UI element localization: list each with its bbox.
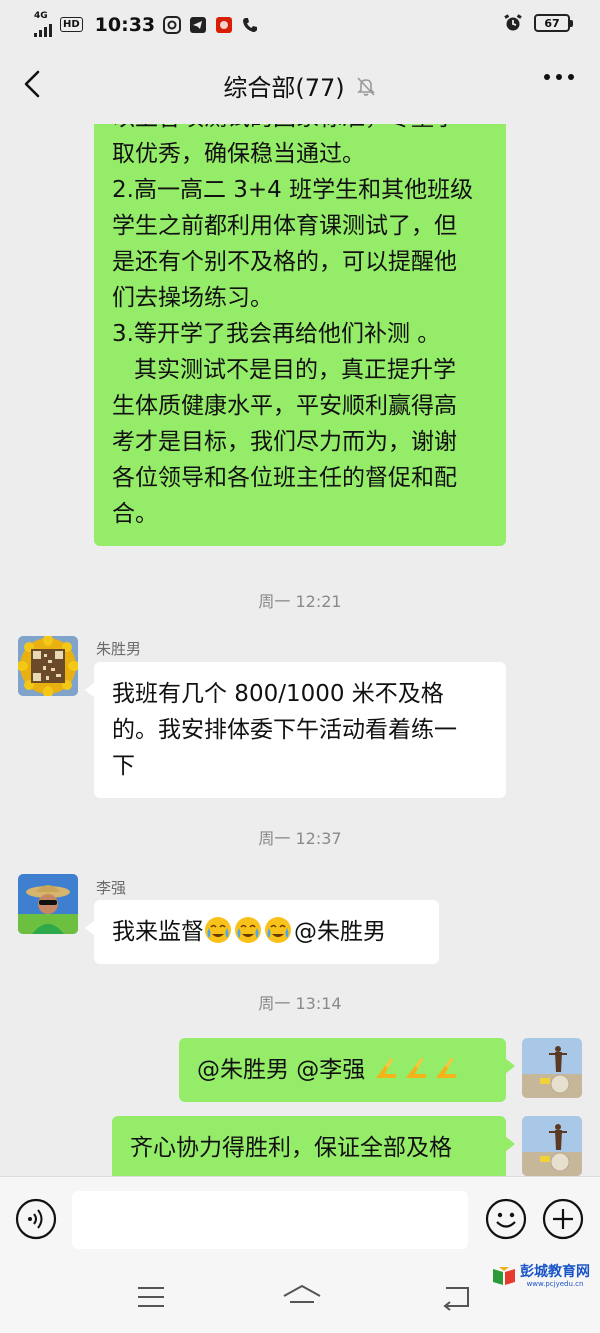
- long-message-line: 3.等开学了我会再给他们补测 。: [112, 321, 441, 347]
- sender-name: 李强: [96, 879, 127, 897]
- crying-emoji-icon: [265, 917, 291, 943]
- hd-badge: HD: [60, 17, 83, 32]
- network-type: 4G: [34, 11, 48, 21]
- red-app-icon: [215, 16, 233, 34]
- title-wrap: 综合部(77): [0, 68, 600, 103]
- message-text: @朱胜男 @李强: [197, 1057, 373, 1083]
- plus-button[interactable]: [541, 1197, 585, 1241]
- my-message-bubble[interactable]: 齐心协力得胜利，保证全部及格: [112, 1116, 515, 1176]
- long-message-line: 取优秀，确保稳当通过。: [112, 141, 365, 167]
- avatar-me[interactable]: [522, 1038, 582, 1098]
- crying-emoji-icon: [235, 917, 261, 943]
- status-bar: 4G HD 10:33 67: [0, 0, 600, 46]
- battery-icon: 67: [534, 14, 573, 32]
- status-left: 4G HD 10:33: [34, 12, 259, 37]
- signal-group: 4G: [34, 12, 52, 37]
- message-bubble[interactable]: 我班有几个 800/1000 米不及格 的。我安排体委下午活动看着练一 下: [85, 662, 506, 798]
- praying-hands-icon: [435, 1057, 457, 1078]
- message-text: 我来监督: [112, 919, 204, 945]
- message-line: 我班有几个 800/1000 米不及格: [112, 681, 444, 707]
- watermark-logo: 彭城教育网 www.pcjyedu.cn: [491, 1264, 590, 1288]
- long-message-line: 生体质健康水平，平安顺利赢得高: [112, 393, 457, 419]
- long-message-line: 各位领导和各位班主任的督促和配: [112, 465, 457, 491]
- long-message-line: 以上各项测试的国家标准，尽量争: [112, 124, 488, 136]
- system-nav-bar: 彭城教育网 www.pcjyedu.cn: [0, 1262, 600, 1333]
- home-nav-button[interactable]: [282, 1282, 321, 1312]
- emoji-button[interactable]: [484, 1197, 528, 1241]
- back-nav-icon: [443, 1287, 469, 1311]
- long-message-line: 其实测试不是目的，真正提升学: [112, 357, 456, 383]
- long-message-bubble[interactable]: 以上各项测试的国家标准，尽量争 取优秀，确保稳当通过。 2.高一高二 3+4 班…: [94, 124, 506, 546]
- message-bubble[interactable]: 我来监督 @朱胜男: [85, 900, 439, 964]
- alarm-icon: [504, 14, 522, 32]
- message-line: 的。我安排体委下午活动看着练一: [112, 717, 457, 743]
- menu-nav-button[interactable]: [134, 1282, 168, 1312]
- watermark-text-group: 彭城教育网 www.pcjyedu.cn: [520, 1264, 590, 1288]
- book-logo-icon: [493, 1267, 515, 1285]
- long-message-line: 学生之前都利用体育课测试了，但: [112, 213, 457, 239]
- long-message-line: 合。: [112, 501, 158, 527]
- back-nav-button[interactable]: [440, 1282, 474, 1312]
- avatar-me[interactable]: [522, 1116, 582, 1176]
- input-bar: [0, 1176, 600, 1262]
- telegram-icon: [189, 16, 207, 34]
- watermark-name: 彭城教育网: [520, 1264, 590, 1280]
- message-line: 下: [112, 753, 135, 779]
- mute-bell-icon: [356, 76, 375, 96]
- long-message-line: 是还有个别不及格的，可以提醒他: [112, 249, 457, 275]
- long-message-line: 2.高一高二 3+4 班学生和其他班级: [112, 177, 474, 203]
- voice-icon: [15, 1198, 57, 1240]
- signal-icon: [34, 21, 52, 37]
- praying-hands-icon: [405, 1057, 427, 1078]
- avatar-zhu[interactable]: [18, 636, 78, 696]
- sender-name: 朱胜男: [96, 640, 142, 658]
- timestamp: 周一 12:37: [258, 829, 342, 848]
- home-nav-icon: [283, 1284, 321, 1303]
- phone-icon: [241, 16, 259, 34]
- chat-title: 综合部(77): [223, 74, 345, 102]
- crying-emoji-icon: [205, 917, 231, 943]
- app-notification-icon: [163, 15, 182, 34]
- chat-header: 综合部(77): [0, 46, 600, 124]
- more-icon[interactable]: [544, 74, 574, 80]
- timestamp: 周一 13:14: [258, 994, 342, 1013]
- praying-hands-icon: [375, 1057, 397, 1078]
- long-message-line: 们去操场练习。: [112, 285, 273, 311]
- status-right: 67: [504, 14, 573, 32]
- status-time: 10:33: [94, 13, 156, 36]
- watermark-url: www.pcjyedu.cn: [526, 1280, 584, 1288]
- emoji-icon: [485, 1198, 527, 1240]
- message-input[interactable]: [72, 1191, 468, 1249]
- plus-icon: [542, 1198, 584, 1240]
- chat-area[interactable]: 以上各项测试的国家标准，尽量争 取优秀，确保稳当通过。 2.高一高二 3+4 班…: [0, 124, 600, 1176]
- voice-button[interactable]: [14, 1197, 58, 1241]
- long-message-line: 考才是目标，我们尽力而为，谢谢: [112, 429, 457, 455]
- menu-nav-icon: [138, 1287, 164, 1307]
- avatar-li[interactable]: [18, 874, 78, 934]
- message-text: 齐心协力得胜利，保证全部及格: [130, 1135, 452, 1161]
- mention-text: @朱胜男: [294, 919, 386, 945]
- my-message-bubble[interactable]: @朱胜男 @李强: [179, 1038, 515, 1102]
- timestamp: 周一 12:21: [258, 592, 342, 611]
